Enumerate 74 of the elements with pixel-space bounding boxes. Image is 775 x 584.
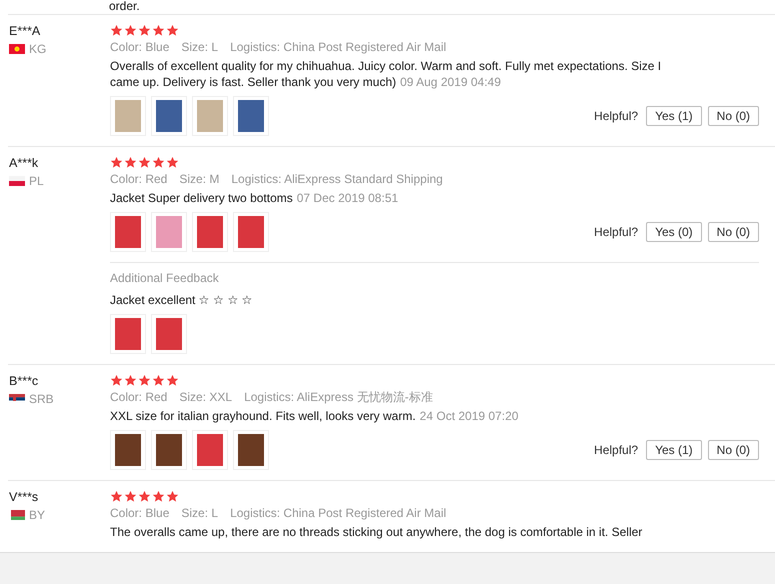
- photo-thumbnail[interactable]: [151, 212, 187, 252]
- review-text: Jacket excellent ☆ ☆ ☆ ☆: [110, 292, 254, 308]
- star-icon: [138, 490, 151, 502]
- country-code: SRB: [29, 392, 54, 406]
- photo-thumbnail[interactable]: [110, 314, 146, 354]
- no-button[interactable]: No (0): [708, 440, 759, 460]
- photo-thumbnail[interactable]: [151, 96, 187, 136]
- country-code: KG: [29, 42, 46, 56]
- photo-thumbnail[interactable]: [110, 212, 146, 252]
- size-option: Size: L: [181, 38, 218, 56]
- star-icon: [166, 374, 179, 386]
- star-icon: [124, 156, 137, 168]
- reviewer-name: B***c: [9, 373, 40, 390]
- review-text: Overalls of excellent quality for my chihuahua. Juicy color. Warm and soft. Fully met expectations. Size I came up. Delivery is fast. Seller thank you very much) 09 Aug 2019 04:49: [110, 58, 662, 90]
- flag-icon: [9, 44, 25, 54]
- star-icon: [124, 374, 137, 386]
- review-text: XXL size for italian grayhound. Fits well, looks very warm. 24 Oct 2019 07:20: [110, 408, 520, 424]
- photo-thumbnail[interactable]: [192, 212, 228, 252]
- additional-feedback-label: Additional Feedback: [110, 270, 220, 286]
- star-icon: [124, 24, 137, 36]
- photo-thumbnail[interactable]: [110, 96, 146, 136]
- yes-button[interactable]: Yes (1): [646, 106, 702, 126]
- star-icon: [152, 156, 165, 168]
- star-icon: [138, 156, 151, 168]
- star-icon: [152, 24, 165, 36]
- star-icon: [166, 156, 179, 168]
- reviewer-name: V***s: [9, 489, 40, 506]
- photo-thumbnail[interactable]: [233, 96, 269, 136]
- size-option: Size: M: [179, 170, 220, 188]
- photo-thumbnail[interactable]: [151, 314, 187, 354]
- logistics-info: Logistics: China Post Registered Air Mail: [230, 505, 446, 522]
- photo-thumbnail[interactable]: [110, 430, 146, 470]
- color-option: Color: Red: [110, 170, 168, 188]
- star-icon: [166, 24, 179, 36]
- reviewer-name: E***A: [9, 23, 42, 40]
- photo-thumbnail[interactable]: [151, 430, 187, 470]
- star-icon: [110, 490, 123, 502]
- logistics-info: Logistics: AliExpress 无忧物流-标准: [244, 389, 433, 406]
- star-icon: [138, 374, 151, 386]
- country-code: PL: [29, 174, 44, 188]
- photo-thumbnail[interactable]: [233, 212, 269, 252]
- star-icon: [124, 490, 137, 502]
- yes-button[interactable]: Yes (1): [646, 440, 702, 460]
- size-option: Size: L: [181, 504, 218, 522]
- color-option: Color: Blue: [110, 504, 170, 522]
- review-text: order.: [108, 0, 141, 14]
- no-button[interactable]: No (0): [708, 106, 759, 126]
- color-option: Color: Red: [110, 388, 168, 406]
- star-icon: [110, 156, 123, 168]
- photo-thumbnail[interactable]: [233, 430, 269, 470]
- review-text: The overalls came up, there are no threads sticking out anywhere, the dog is comfortable in it. Seller: [110, 524, 644, 540]
- flag-icon: [9, 176, 25, 186]
- reviewer-name: A***k: [9, 155, 40, 172]
- size-option: Size: XXL: [179, 388, 232, 406]
- helpful-label: Helpful?: [594, 225, 638, 239]
- star-icon: [110, 24, 123, 36]
- photo-thumbnail[interactable]: [192, 430, 228, 470]
- star-icon: [166, 490, 179, 502]
- star-icon: [152, 374, 165, 386]
- review-text: Jacket Super delivery two bottoms 07 Dec 2019 08:51: [110, 190, 400, 206]
- helpful-label: Helpful?: [594, 443, 638, 457]
- helpful-label: Helpful?: [594, 109, 638, 123]
- color-option: Color: Blue: [110, 38, 170, 56]
- logistics-info: Logistics: AliExpress Standard Shipping: [231, 171, 443, 188]
- logistics-info: Logistics: China Post Registered Air Mail: [230, 39, 446, 56]
- flag-icon: [9, 394, 25, 404]
- flag-icon: [9, 510, 25, 520]
- star-icon: [152, 490, 165, 502]
- photo-thumbnail[interactable]: [192, 96, 228, 136]
- star-icon: [138, 24, 151, 36]
- country-code: BY: [29, 508, 46, 522]
- star-icon: [110, 374, 123, 386]
- yes-button[interactable]: Yes (0): [646, 222, 702, 242]
- no-button[interactable]: No (0): [708, 222, 759, 242]
